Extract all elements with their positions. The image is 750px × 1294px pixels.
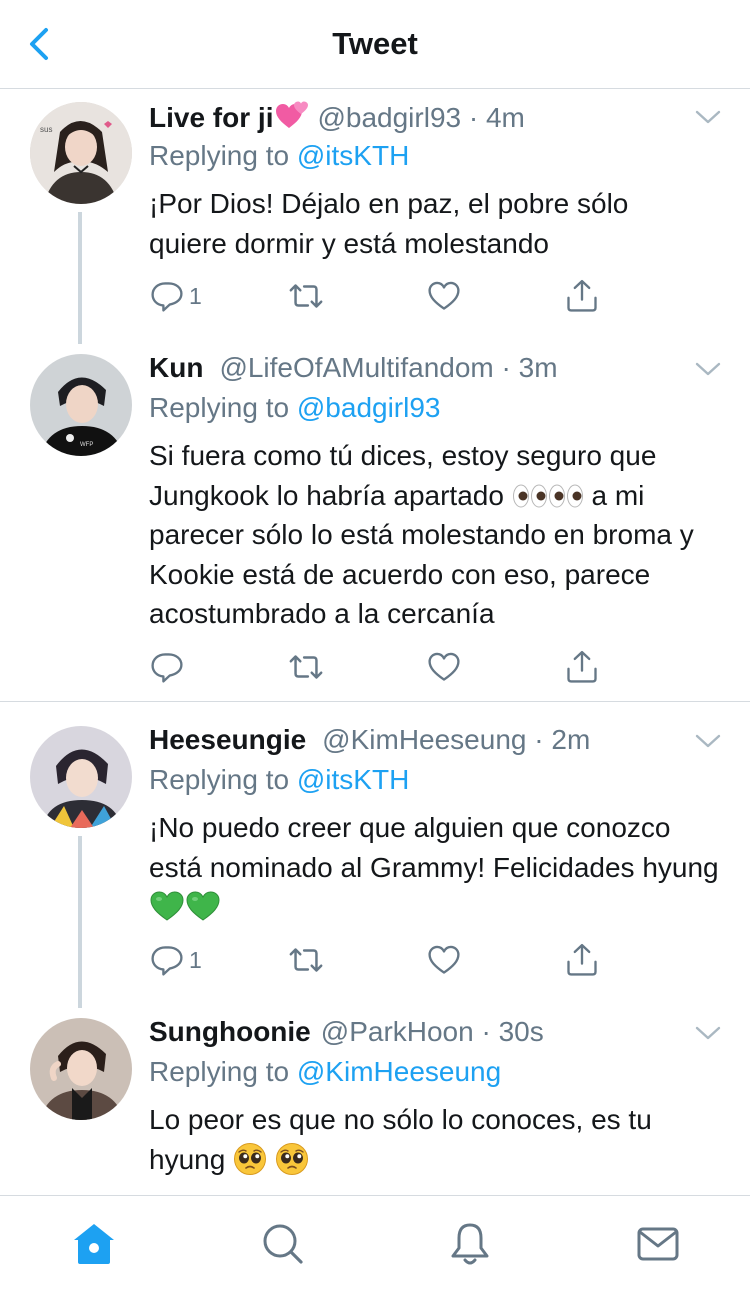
display-name[interactable]: Live for ji xyxy=(149,102,273,133)
tweet-text: Si fuera como tú dices, estoy seguro que… xyxy=(149,436,729,634)
timestamp[interactable]: · 4m xyxy=(469,102,525,133)
reply-button[interactable]: 1 xyxy=(149,940,202,980)
page-title: Tweet xyxy=(332,26,418,61)
tweet-text-body: Lo peor es que no sólo lo conoces, es tu… xyxy=(149,1104,652,1175)
chevron-down-icon xyxy=(693,731,723,751)
timestamp[interactable]: · 3m xyxy=(502,352,558,383)
speech-bubble-icon xyxy=(149,942,185,978)
user-handle[interactable]: @KimHeeseung xyxy=(322,724,526,755)
tweet-text: ¡Por Dios! Déjalo en paz, el pobre sólo … xyxy=(149,188,629,259)
speech-bubble-icon xyxy=(149,649,185,685)
retweet-button[interactable] xyxy=(287,647,325,687)
reply-count: 1 xyxy=(189,282,202,309)
share-icon xyxy=(564,649,600,685)
mention-link[interactable]: @badgirl93 xyxy=(297,392,441,423)
chevron-down-icon xyxy=(693,107,723,127)
user-handle[interactable]: @badgirl93 xyxy=(317,102,461,133)
tab-messages[interactable] xyxy=(634,1220,682,1268)
tweet-header: Heeseungie @KimHeeseung · 2m xyxy=(149,724,680,756)
hearts-emoji xyxy=(275,100,309,130)
divider xyxy=(0,701,750,702)
home-icon xyxy=(74,1224,114,1264)
more-options-button[interactable] xyxy=(693,1023,723,1043)
bell-icon xyxy=(451,1223,489,1265)
reply-button[interactable]: 1 xyxy=(149,276,202,316)
heart-icon xyxy=(426,649,462,685)
search-icon xyxy=(263,1224,303,1264)
bottom-tab-bar xyxy=(0,1195,750,1294)
share-icon xyxy=(564,278,600,314)
tweet-actions: 1 xyxy=(149,940,609,980)
display-name[interactable]: Sunghoonie xyxy=(149,1016,311,1047)
chevron-down-icon xyxy=(693,1023,723,1043)
replying-to-prefix: Replying to xyxy=(149,140,290,171)
tweet-text: ¡No puedo creer que alguien que conozco … xyxy=(149,808,729,927)
retweet-icon xyxy=(287,277,325,315)
tab-home[interactable] xyxy=(70,1220,118,1268)
thread-line xyxy=(78,212,82,344)
tweet-header: Live for ji @badgirl93 · 4m xyxy=(149,100,680,134)
share-button[interactable] xyxy=(564,940,600,980)
replying-to-prefix: Replying to xyxy=(149,1056,290,1087)
replying-to: Replying to @KimHeeseung xyxy=(149,1056,501,1088)
top-nav-bar: Tweet xyxy=(0,0,750,89)
mention-link[interactable]: @itsKTH xyxy=(297,764,409,795)
tab-notifications[interactable] xyxy=(446,1220,494,1268)
display-name[interactable]: Heeseungie xyxy=(149,724,306,755)
replying-to-prefix: Replying to xyxy=(149,392,290,423)
reply-button[interactable] xyxy=(149,647,189,687)
retweet-icon xyxy=(287,941,325,979)
pleading-face-emoji xyxy=(233,1144,309,1175)
retweet-button[interactable] xyxy=(287,276,325,316)
tweet-header: Sunghoonie @ParkHoon · 30s xyxy=(149,1016,680,1048)
share-button[interactable] xyxy=(564,276,600,316)
timestamp[interactable]: · 2m xyxy=(534,724,590,755)
heart-icon xyxy=(426,278,462,314)
tweet-actions xyxy=(149,647,609,687)
avatar[interactable] xyxy=(30,1018,132,1120)
tweet-header: Kun @LifeOfAMultifandom · 3m xyxy=(149,352,680,384)
retweet-icon xyxy=(287,648,325,686)
green-hearts-emoji xyxy=(149,891,221,922)
like-button[interactable] xyxy=(426,940,462,980)
envelope-icon xyxy=(637,1227,679,1261)
share-button[interactable] xyxy=(564,647,600,687)
reply-count: 1 xyxy=(189,946,202,973)
like-button[interactable] xyxy=(426,276,462,316)
share-icon xyxy=(564,942,600,978)
more-options-button[interactable] xyxy=(693,107,723,127)
heart-icon xyxy=(426,942,462,978)
timestamp[interactable]: · 30s xyxy=(481,1016,543,1047)
replying-to: Replying to @itsKTH xyxy=(149,764,409,796)
svg-text:sus: sus xyxy=(40,125,52,134)
replying-to-prefix: Replying to xyxy=(149,764,290,795)
like-button[interactable] xyxy=(426,647,462,687)
tweet-text: Lo peor es que no sólo lo conoces, es tu… xyxy=(149,1100,709,1179)
tab-search[interactable] xyxy=(259,1220,307,1268)
retweet-button[interactable] xyxy=(287,940,325,980)
chevron-down-icon xyxy=(693,359,723,379)
user-handle[interactable]: @LifeOfAMultifandom xyxy=(219,352,493,383)
more-options-button[interactable] xyxy=(693,731,723,751)
replying-to: Replying to @badgirl93 xyxy=(149,392,441,424)
avatar[interactable]: WFP xyxy=(30,354,132,456)
tweet-text-body: ¡No puedo creer que alguien que conozco … xyxy=(149,812,719,883)
avatar[interactable]: sus xyxy=(30,102,132,204)
display-name[interactable]: Kun xyxy=(149,352,203,383)
more-options-button[interactable] xyxy=(693,359,723,379)
mention-link[interactable]: @itsKTH xyxy=(297,140,409,171)
tweet-actions: 1 xyxy=(149,276,609,316)
thread-line xyxy=(78,836,82,1008)
speech-bubble-icon xyxy=(149,278,185,314)
eyes-emoji xyxy=(512,480,584,511)
replying-to: Replying to @itsKTH xyxy=(149,140,409,172)
svg-text:WFP: WFP xyxy=(80,442,93,448)
mention-link[interactable]: @KimHeeseung xyxy=(297,1056,501,1087)
avatar[interactable] xyxy=(30,726,132,828)
user-handle[interactable]: @ParkHoon xyxy=(321,1016,474,1047)
